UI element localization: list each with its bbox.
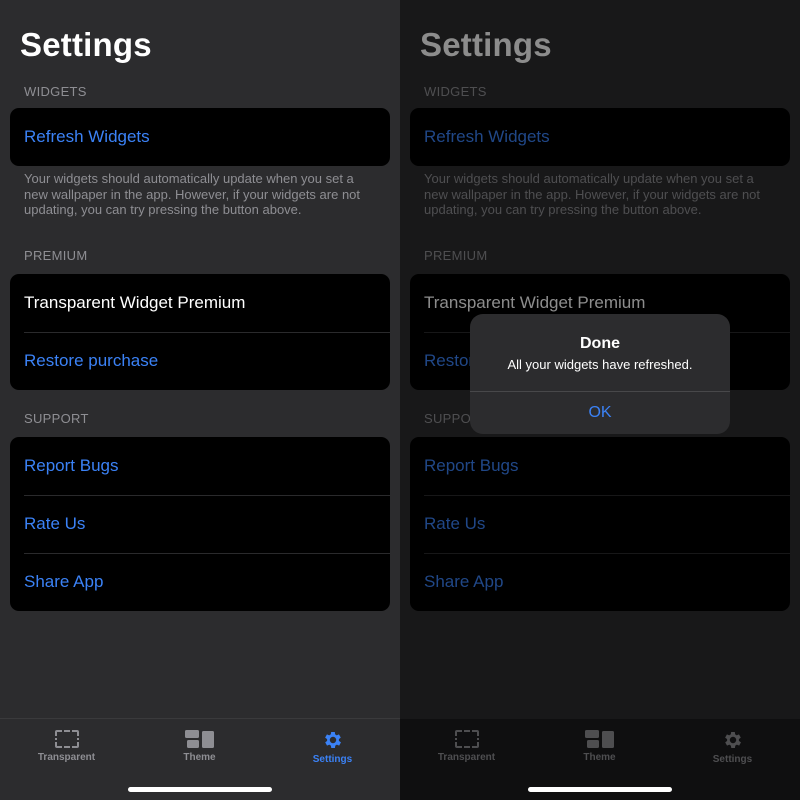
settings-content: Settings WIDGETS Refresh Widgets Your wi… <box>0 0 400 718</box>
tab-theme[interactable]: Theme <box>133 729 266 763</box>
restore-purchase-button[interactable]: Restore purchase <box>10 332 390 390</box>
rate-us-button[interactable]: Rate Us <box>10 495 390 553</box>
alert-dialog: Done All your widgets have refreshed. OK <box>470 314 730 434</box>
tab-label: Settings <box>312 754 353 765</box>
premium-group: Transparent Widget Premium Restore purch… <box>10 274 390 390</box>
alert-title: Done <box>580 335 620 352</box>
alert-message: All your widgets have refreshed. <box>507 357 693 372</box>
tab-label: Theme <box>183 752 216 763</box>
share-app-button[interactable]: Share App <box>10 553 390 611</box>
widgets-group: Refresh Widgets <box>10 108 390 166</box>
gear-icon <box>324 732 341 748</box>
alert-ok-button[interactable]: OK <box>470 392 730 434</box>
settings-screen: Settings WIDGETS Refresh Widgets Your wi… <box>0 0 400 800</box>
report-bugs-button[interactable]: Report Bugs <box>10 437 390 495</box>
tab-transparent[interactable]: Transparent <box>0 729 133 763</box>
transparent-widget-premium-item[interactable]: Transparent Widget Premium <box>10 274 390 332</box>
support-group: Report Bugs Rate Us Share App <box>10 437 390 611</box>
settings-screen-with-alert: Settings WIDGETS Refresh Widgets Your wi… <box>400 0 800 800</box>
home-indicator <box>128 787 272 792</box>
transparent-frame-icon <box>54 730 79 748</box>
refresh-widgets-button[interactable]: Refresh Widgets <box>10 108 390 166</box>
theme-grid-icon <box>184 730 214 748</box>
page-title: Settings <box>20 26 152 63</box>
tab-label: Transparent <box>37 752 96 763</box>
section-header-support: SUPPORT <box>24 411 89 426</box>
section-header-premium: PREMIUM <box>24 248 88 263</box>
home-indicator <box>528 787 672 792</box>
widgets-footer-text: Your widgets should automatically update… <box>24 171 361 217</box>
tab-settings[interactable]: Settings <box>266 729 399 765</box>
section-header-widgets: WIDGETS <box>24 84 87 99</box>
